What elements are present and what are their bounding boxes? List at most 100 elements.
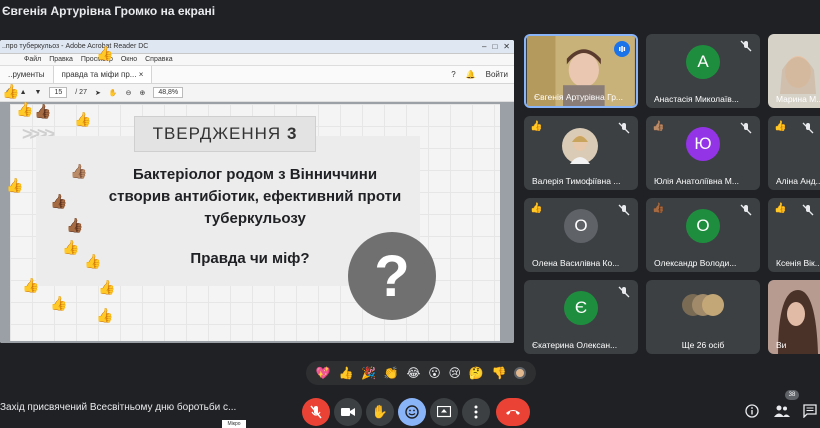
participant-tile[interactable]: 👍 Ксенія Вік...	[768, 198, 820, 272]
self-view-tile[interactable]: Ви	[768, 280, 820, 354]
page-down-icon[interactable]: ▼	[35, 89, 42, 96]
statement-label: ТВЕРДЖЕННЯ	[152, 124, 282, 143]
participant-tile[interactable]: 👍 Валерія Тимофіївна ...	[524, 116, 638, 190]
thumbs-up-reaction-icon: 👍	[16, 101, 34, 117]
presenter-banner-text: Євгенія Артурівна Громко на екрані	[2, 4, 216, 18]
acrobat-window-title: ..про туберкульоз - Adobe Acrobat Reader…	[2, 43, 149, 50]
thumbs-up-reaction-icon: 👍	[74, 111, 92, 127]
statement-number: 3	[286, 124, 298, 143]
zoom-select[interactable]: 48,8%	[153, 87, 184, 98]
shared-screen: ..про туберкульоз - Adobe Acrobat Reader…	[0, 40, 514, 343]
tab-document-label: правда та міфи пр...	[61, 70, 137, 79]
participant-name: Ви	[776, 340, 787, 350]
participant-tile[interactable]: Марина М...	[768, 34, 820, 108]
clap-reaction-icon[interactable]: 👏	[384, 366, 399, 380]
close-icon[interactable]: ✕	[503, 42, 510, 51]
mic-off-icon	[740, 122, 752, 134]
page-number-input[interactable]: 15	[49, 87, 68, 98]
hand-tool-icon[interactable]: ✋	[109, 89, 118, 97]
laugh-reaction-icon[interactable]: 😂	[407, 366, 421, 380]
cursor-icon[interactable]: ➤	[95, 89, 101, 97]
minimize-icon[interactable]: –	[482, 42, 486, 51]
signin-link[interactable]: Войти	[486, 70, 508, 79]
chat-icon	[803, 404, 817, 418]
tab-document[interactable]: правда та міфи пр... ×	[53, 66, 153, 83]
more-participants-label: Ще 26 осіб	[681, 340, 725, 350]
end-call-button[interactable]	[496, 398, 530, 426]
people-button[interactable]	[772, 401, 792, 421]
speaking-indicator-icon	[614, 41, 630, 57]
raised-hand-icon: 👍	[530, 203, 543, 214]
mic-off-icon	[740, 204, 752, 216]
reactions-bar: 💖 👍 🎉 👏 😂 😮 😢 🤔 👎	[306, 361, 536, 385]
more-participants-tile[interactable]: Ще 26 осіб	[646, 280, 760, 354]
present-button[interactable]	[430, 398, 458, 426]
acrobat-titlebar: ..про туберкульоз - Adobe Acrobat Reader…	[0, 40, 514, 54]
avatar-initial: А	[697, 52, 709, 72]
thumbs-up-reaction-icon: 👍	[2, 83, 20, 99]
thumbs-up-reaction-icon: 👍	[84, 253, 102, 269]
participant-name: Анастасія Миколаїв...	[654, 94, 739, 104]
tab-tools-label: ..рументы	[8, 70, 45, 79]
page-up-icon[interactable]: ▲	[20, 89, 27, 96]
microphone-button[interactable]	[302, 398, 330, 426]
acrobat-toolbar: ⎙ ▲ ▼ 15 / 27 ➤ ✋ ⊖ ⊕ 48,8%	[0, 84, 514, 102]
thumbs-up-reaction-icon: 👍🏾	[50, 193, 68, 209]
hand-icon: ✋	[371, 404, 389, 419]
heart-reaction-icon[interactable]: 💖	[316, 366, 331, 380]
slide-body: Бактеріолог родом з Вінниччини створив а…	[50, 164, 460, 230]
skin-tone-selector[interactable]	[514, 367, 527, 379]
participant-tile[interactable]: 👍🏾 О Олександр Володи...	[646, 198, 760, 272]
slide-line-1: Бактеріолог родом з Вінниччини	[132, 166, 378, 183]
people-icon	[774, 405, 790, 417]
menu-edit[interactable]: Правка	[49, 56, 73, 63]
raise-hand-button[interactable]: ✋	[366, 398, 394, 426]
raised-hand-icon: 👍🏾	[652, 203, 665, 214]
present-screen-icon	[437, 406, 451, 418]
menu-help[interactable]: Справка	[145, 56, 172, 63]
participant-name: Олександр Володи...	[654, 258, 737, 268]
camera-button[interactable]	[334, 398, 362, 426]
sad-reaction-icon[interactable]: 😢	[449, 366, 462, 380]
participant-name: Аліна Анд...	[776, 176, 820, 186]
participant-tile[interactable]: Євгенія Артурівна Гр...	[524, 34, 638, 108]
participant-photo	[562, 128, 598, 164]
menu-file[interactable]: Файл	[24, 56, 41, 63]
avatar: А	[686, 45, 720, 80]
participant-tile[interactable]: 👍 О Олена Василівна Ко...	[524, 198, 638, 272]
zoom-out-icon[interactable]: ⊖	[126, 89, 132, 97]
avatar-initial: О	[696, 216, 710, 236]
reactions-button[interactable]	[398, 398, 426, 426]
avatar: О	[686, 209, 720, 244]
participant-tile[interactable]: А Анастасія Миколаїв...	[646, 34, 760, 108]
participant-name: Олена Василівна Ко...	[532, 258, 620, 268]
menu-window[interactable]: Окно	[121, 56, 137, 63]
party-reaction-icon[interactable]: 🎉	[361, 366, 376, 380]
page-total: / 27	[75, 89, 87, 96]
mic-off-icon	[740, 40, 752, 52]
participant-tile[interactable]: 👍🏽 Ю Юлія Анатоліївна М...	[646, 116, 760, 190]
avatar-initial: О	[574, 216, 588, 236]
tab-tools[interactable]: ..рументы	[0, 66, 54, 83]
more-options-button[interactable]	[462, 398, 490, 426]
maximize-icon[interactable]: □	[492, 42, 497, 51]
thumbs-up-reaction-icon: 👍	[6, 177, 24, 193]
surprised-reaction-icon[interactable]: 😮	[428, 366, 441, 380]
thumbs-down-reaction-icon[interactable]: 👎	[491, 366, 506, 380]
avatar-initial: Є	[574, 298, 588, 318]
mic-off-icon	[802, 204, 814, 216]
thinking-reaction-icon[interactable]: 🤔	[469, 366, 484, 380]
bell-icon[interactable]: 🔔	[466, 70, 476, 79]
participant-tile[interactable]: Є Єкатерина Олексан...	[524, 280, 638, 354]
thumbs-up-reaction-icon[interactable]: 👍	[339, 366, 354, 380]
meeting-details-button[interactable]	[742, 401, 762, 421]
raised-hand-icon: 👍	[530, 121, 543, 132]
chat-button[interactable]	[800, 401, 820, 421]
participant-name: Юлія Анатоліївна М...	[654, 176, 739, 186]
mic-tooltip: Мікро	[222, 420, 246, 428]
zoom-in-icon[interactable]: ⊕	[139, 89, 145, 97]
meeting-title: Захід присвячений Всесвітньому дню борот…	[0, 402, 237, 413]
thumbs-up-reaction-icon: 👍	[96, 307, 114, 323]
help-icon[interactable]: ?	[451, 70, 455, 79]
participant-tile[interactable]: 👍 Аліна Анд...	[768, 116, 820, 190]
